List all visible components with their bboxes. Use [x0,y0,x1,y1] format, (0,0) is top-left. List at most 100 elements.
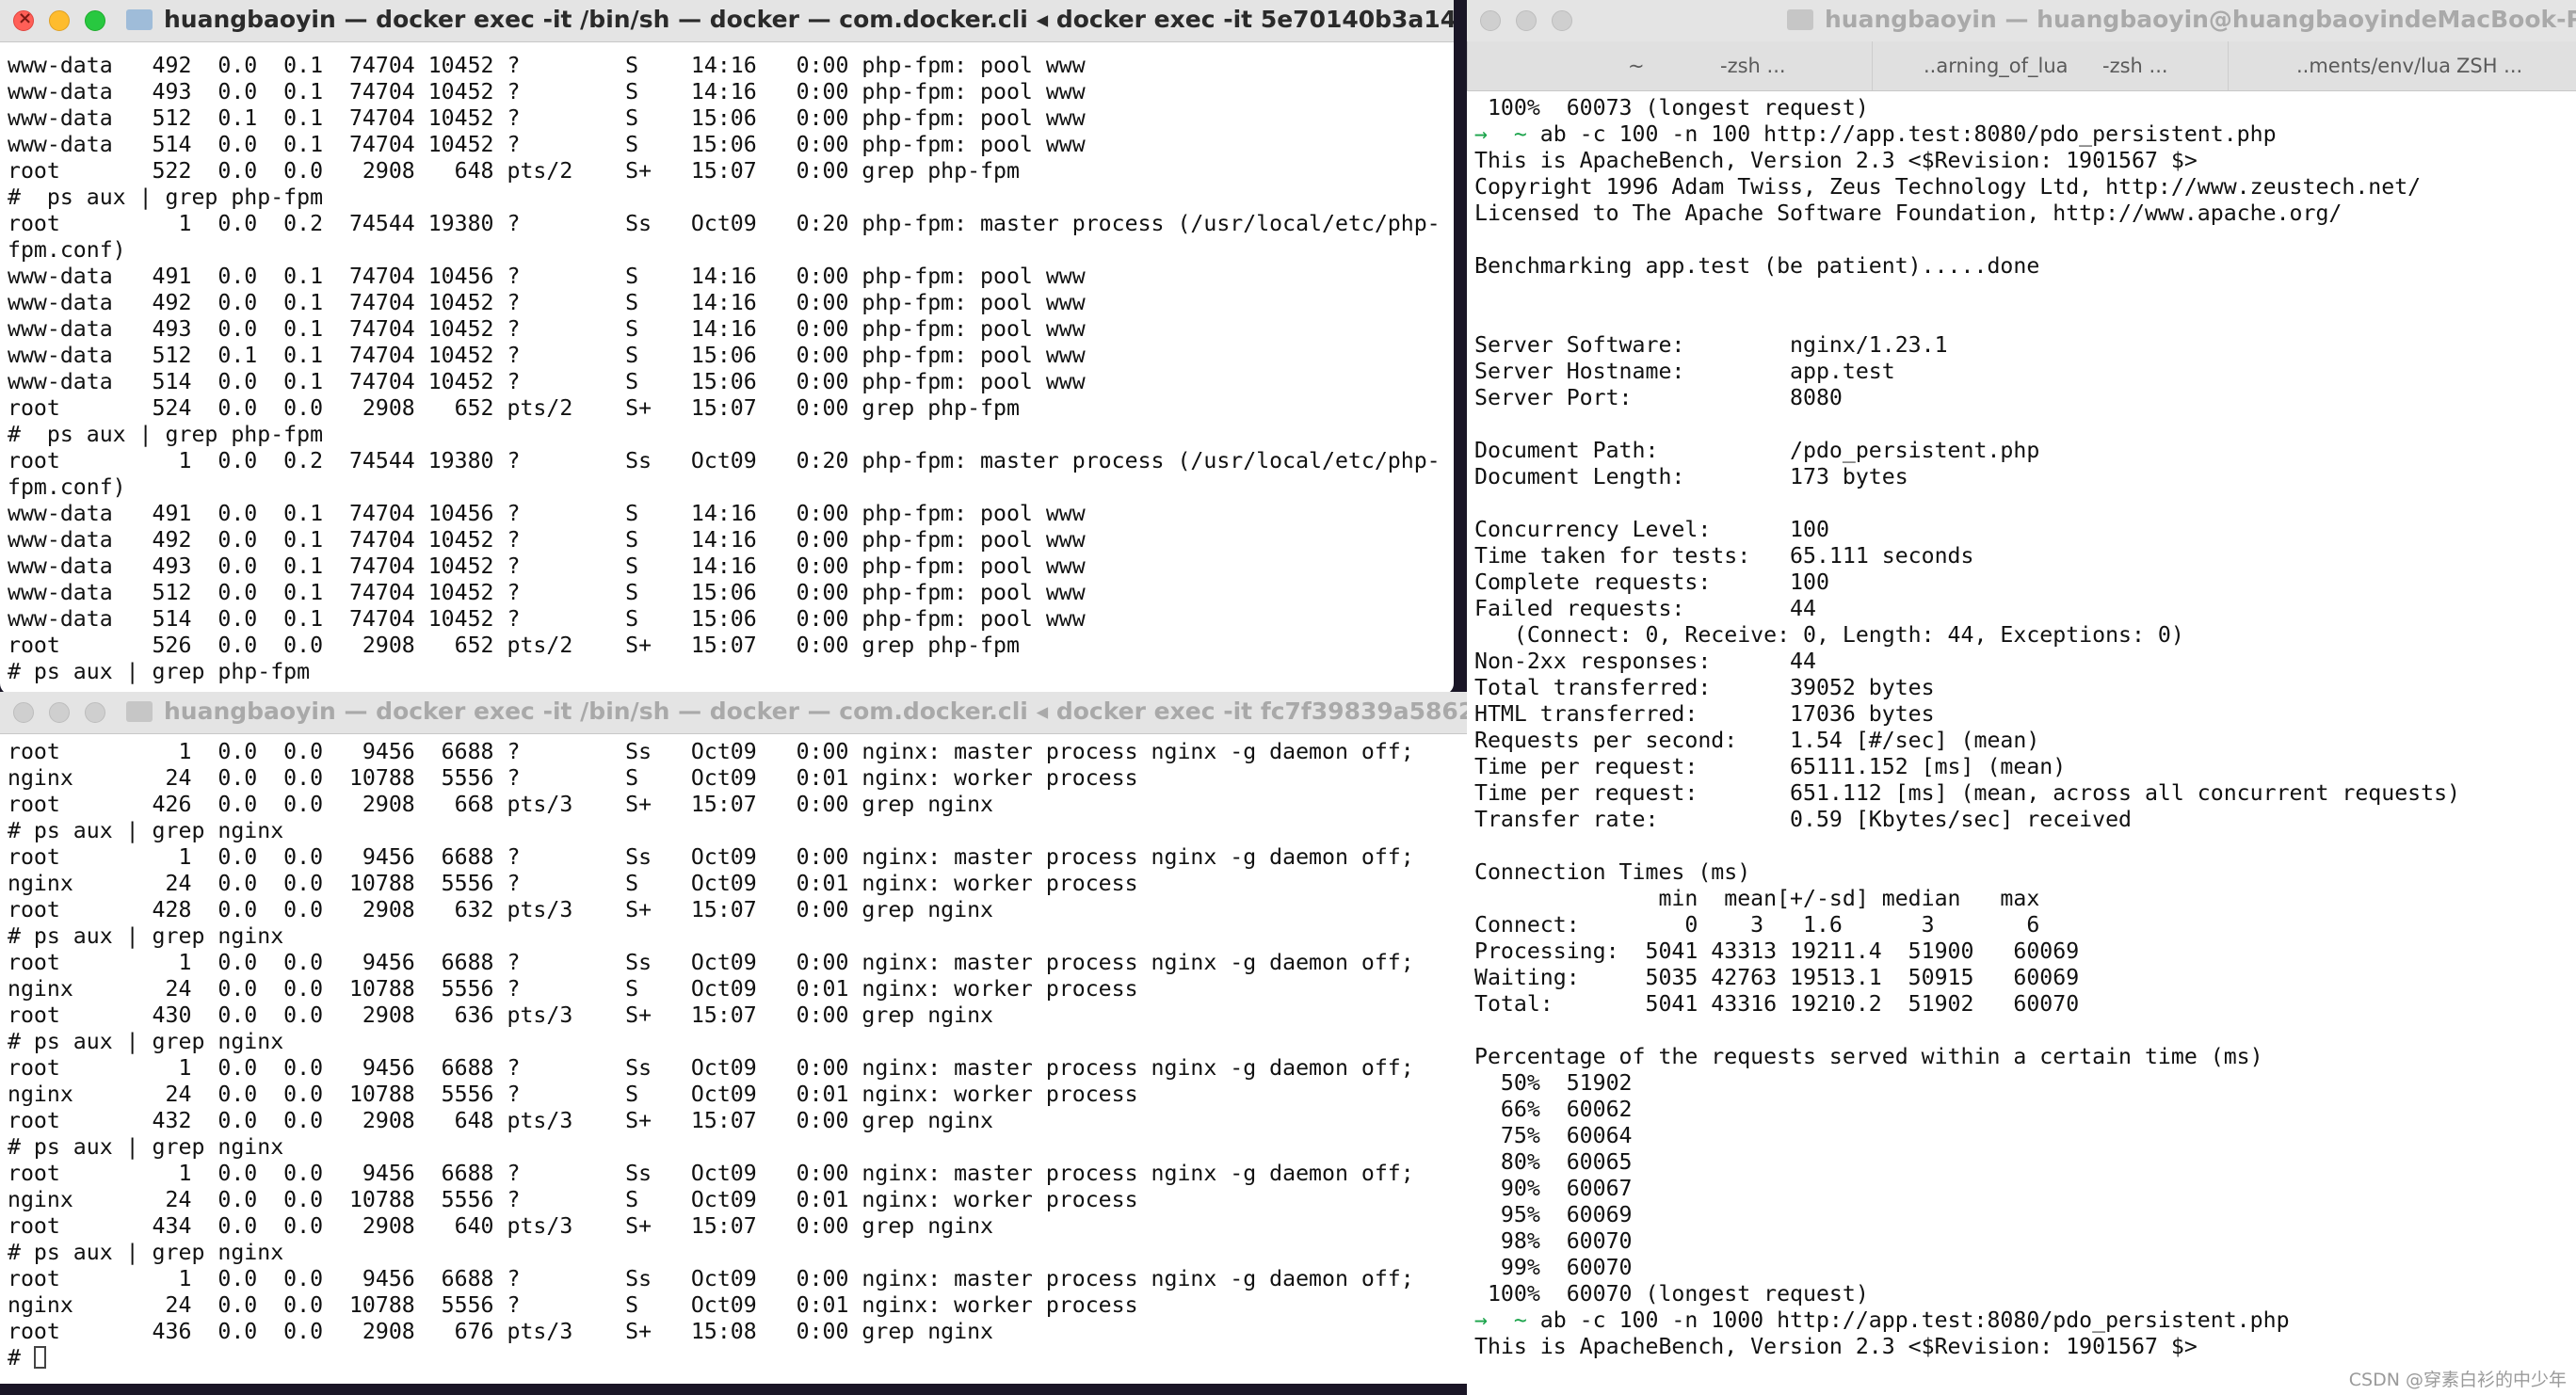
prompt-line[interactable]: # [8,1345,1467,1371]
terminal-line: Percentage of the requests served within… [1474,1044,2263,1069]
tab-label: ..ments/env/lua [2296,55,2452,77]
terminal-line: Document Length: 173 bytes [1474,464,1908,489]
tab-label: ~ [1628,55,1645,77]
window-controls [1480,10,1587,31]
terminal-line: 90% 60067 [1474,1176,1633,1201]
watermark: CSDN @穿素白衫的中少年 [2339,1362,2576,1395]
terminal-line: www-data 512 0.1 0.1 74704 10452 ? S 15:… [8,105,1086,131]
terminal-line: www-data 491 0.0 0.1 74704 10456 ? S 14:… [8,501,1086,526]
terminal-line: # ps aux | grep nginx [8,1240,284,1265]
terminal-line: root 432 0.0 0.0 2908 648 pts/3 S+ 15:07… [8,1108,994,1133]
command-text: → ~ ab -c 100 -n 1000 http://app.test:80… [1474,1307,2290,1333]
terminal-line: root 426 0.0 0.0 2908 668 pts/3 S+ 15:07… [8,792,994,817]
folder-icon [126,701,153,722]
zoom-button[interactable] [1552,10,1572,31]
terminal-line: root 1 0.0 0.2 74544 19380 ? Ss Oct09 0:… [8,211,1441,236]
window-title-text: huangbaoyin — huangbaoyin@huangbaoyindeM… [1825,6,2576,33]
terminal-line: www-data 493 0.0 0.1 74704 10452 ? S 14:… [8,316,1086,342]
terminal-line: nginx 24 0.0 0.0 10788 5556 ? S Oct09 0:… [8,871,1138,896]
terminal-line: www-data 492 0.0 0.1 74704 10452 ? S 14:… [8,527,1086,553]
terminal-line: 100% 60073 (longest request) [1474,95,1869,120]
terminal-line: root 522 0.0 0.0 2908 648 pts/2 S+ 15:07… [8,158,1020,184]
title-bar[interactable]: huangbaoyin — docker exec -it /bin/sh — … [0,692,1467,734]
close-button[interactable] [1480,10,1501,31]
terminal-line: Processing: 5041 43313 19211.4 51900 600… [1474,938,2080,964]
prompt-arrow-icon: → ~ [1474,121,1527,147]
window-title-text: huangbaoyin — docker exec -it /bin/sh — … [164,6,1454,33]
terminal-line: Failed requests: 44 [1474,596,1816,621]
minimize-button[interactable] [1516,10,1537,31]
terminal-line: nginx 24 0.0 0.0 10788 5556 ? S Oct09 0:… [8,1082,1138,1107]
terminal-line: fpm.conf) [8,237,126,263]
terminal-line: Transfer rate: 0.59 [Kbytes/sec] receive… [1474,807,2133,832]
terminal-line: www-data 514 0.0 0.1 74704 10452 ? S 15:… [8,606,1086,632]
terminal-window-top: huangbaoyin — docker exec -it /bin/sh — … [0,0,1454,695]
terminal-window-right: huangbaoyin — huangbaoyin@huangbaoyindeM… [1467,0,2576,1395]
terminal-line: HTML transferred: 17036 bytes [1474,701,1935,727]
terminal-line: root 526 0.0 0.0 2908 652 pts/2 S+ 15:07… [8,633,1020,658]
terminal-line: Total transferred: 39052 bytes [1474,675,1935,700]
command-body: ab -c 100 -n 1000 http://app.test:8080/p… [1526,1307,2290,1333]
terminal-line: root 434 0.0 0.0 2908 640 pts/3 S+ 15:07… [8,1213,994,1239]
terminal-line: root 1 0.0 0.0 9456 6688 ? Ss Oct09 0:00… [8,1055,1414,1081]
terminal-line: nginx 24 0.0 0.0 10788 5556 ? S Oct09 0:… [8,976,1138,1002]
terminal-line: 95% 60069 [1474,1202,1633,1227]
title-bar[interactable]: huangbaoyin — docker exec -it /bin/sh — … [0,0,1454,42]
minimize-button[interactable] [49,702,70,723]
window-title: huangbaoyin — docker exec -it /bin/sh — … [126,698,1467,725]
tab-env-lua[interactable]: ..ments/env/lua ZSH ... [2228,41,2576,90]
terminal-line: 98% 60070 [1474,1228,1633,1254]
terminal-output-bottom[interactable]: root 1 0.0 0.0 9456 6688 ? Ss Oct09 0:00… [0,734,1467,1384]
terminal-output-top[interactable]: www-data 492 0.0 0.1 74704 10452 ? S 14:… [0,42,1454,695]
folder-icon [1787,9,1813,30]
terminal-line: Server Hostname: app.test [1474,359,1895,384]
terminal-line: www-data 492 0.0 0.1 74704 10452 ? S 14:… [8,53,1086,78]
terminal-line: Total: 5041 43316 19210.2 51902 60070 [1474,991,2080,1017]
minimize-button[interactable] [49,10,70,31]
terminal-line: root 1 0.0 0.0 9456 6688 ? Ss Oct09 0:00… [8,1266,1414,1291]
terminal-line: www-data 514 0.0 0.1 74704 10452 ? S 15:… [8,369,1086,394]
window-title: huangbaoyin — huangbaoyin@huangbaoyindeM… [1787,6,2576,33]
terminal-line: # ps aux | grep nginx [8,1134,284,1160]
terminal-line: # ps aux | grep nginx [8,818,284,843]
tab-process: ZSH ... [2456,55,2523,77]
terminal-line: Time taken for tests: 65.111 seconds [1474,543,1974,569]
tab-learning-of-lua[interactable]: ..arning_of_lua -zsh ... [1872,41,2228,90]
zoom-button[interactable] [85,10,105,31]
terminal-text: 100% 60073 (longest request) → ~ ab -c 10… [1474,95,2576,1360]
terminal-line: nginx 24 0.0 0.0 10788 5556 ? S Oct09 0:… [8,1187,1138,1212]
terminal-line: 100% 60070 (longest request) [1474,1281,1869,1307]
terminal-line: root 1 0.0 0.0 9456 6688 ? Ss Oct09 0:00… [8,1161,1414,1186]
close-button[interactable] [13,8,34,31]
terminal-line: Connection Times (ms) [1474,859,1751,885]
terminal-line: www-data 493 0.0 0.1 74704 10452 ? S 14:… [8,79,1086,104]
terminal-line: Connect: 0 3 1.6 3 6 [1474,912,2040,938]
terminal-output-right[interactable]: 100% 60073 (longest request) → ~ ab -c 10… [1467,91,2576,1395]
tab-process: -zsh ... [1720,55,1786,77]
terminal-line: Server Port: 8080 [1474,385,1843,410]
close-button[interactable] [13,702,34,723]
terminal-line: root 430 0.0 0.0 2908 636 pts/3 S+ 15:07… [8,1002,994,1028]
terminal-line: root 1 0.0 0.0 9456 6688 ? Ss Oct09 0:00… [8,950,1414,975]
terminal-line: Server Software: nginx/1.23.1 [1474,332,1948,358]
terminal-line: Benchmarking app.test (be patient).....d… [1474,253,2040,279]
terminal-line: # ps aux | grep nginx [8,1029,284,1054]
tab-home[interactable]: ~ -zsh ... [1467,41,1872,90]
zoom-button[interactable] [85,702,105,723]
terminal-line: # ps aux | grep nginx [8,923,284,949]
window-title-text: huangbaoyin — docker exec -it /bin/sh — … [164,698,1467,725]
terminal-window-bottom: huangbaoyin — docker exec -it /bin/sh — … [0,692,1467,1384]
title-bar[interactable]: huangbaoyin — huangbaoyin@huangbaoyindeM… [1467,0,2576,42]
terminal-line: Time per request: 65111.152 [ms] (mean) [1474,754,2067,779]
terminal-line: Time per request: 651.112 [ms] (mean, ac… [1474,780,2461,806]
terminal-line: root 1 0.0 0.0 9456 6688 ? Ss Oct09 0:00… [8,739,1414,764]
terminal-line: www-data 491 0.0 0.1 74704 10456 ? S 14:… [8,264,1086,289]
terminal-line: min mean[+/-sd] median max [1474,886,2040,911]
terminal-line: Non-2xx responses: 44 [1474,649,1816,674]
tab-label: ..arning_of_lua [1924,55,2069,77]
terminal-line: 80% 60065 [1474,1149,1633,1175]
terminal-line: Copyright 1996 Adam Twiss, Zeus Technolo… [1474,174,2422,200]
